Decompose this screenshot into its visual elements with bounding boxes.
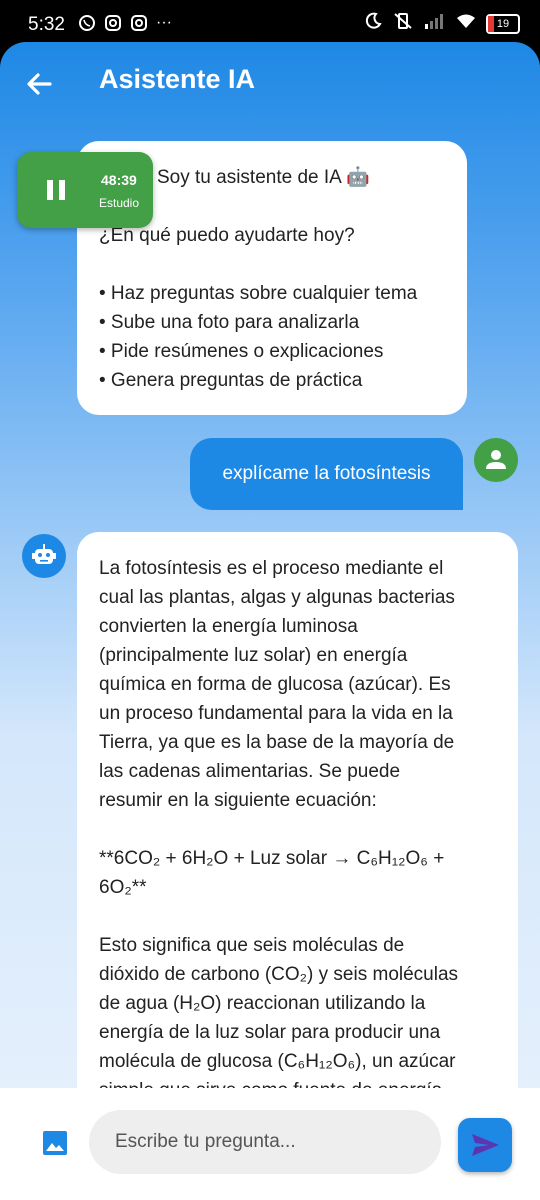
answer-line: química en forma de glucosa (azúcar). Es [99,674,451,695]
chat-screen: Asistente IA Soy tu asistente de IA 🤖 ¿E… [0,42,540,1200]
more-icon: ··· [156,14,172,31]
equation-line: **6CO₂ + 6H₂O + Luz solar → C₆H₁₂O₆ + [99,848,445,869]
message-input-bar [0,1088,540,1200]
answer-line: de agua (H₂O) reaccionan utilizando la [99,993,426,1014]
wifi-icon [456,13,476,34]
greeting-bullet: • Pide resúmenes o explicaciones [99,341,384,362]
answer-line: dióxido de carbono (CO₂) y seis molécula… [99,964,459,985]
whatsapp-icon [78,14,96,37]
page-title: Asistente IA [99,64,256,94]
answer-line: La fotosíntesis es el proceso mediante e… [99,558,444,579]
equation-line: 6O₂** [99,877,147,898]
greeting-question: ¿En qué puedo ayudarte hoy? [99,225,355,246]
timer-time: 48:39 [101,172,137,188]
instagram-icon [104,14,122,37]
pause-icon[interactable] [47,180,65,200]
answer-line: cual las plantas, algas y algunas bacter… [99,587,455,608]
upload-image-button[interactable] [42,1130,68,1156]
send-icon [472,1134,499,1156]
user-avatar [474,438,518,482]
instagram-icon [130,14,148,37]
answer-line: las cadenas alimentarias. Se puede [99,761,401,782]
greeting-bullet: • Haz preguntas sobre cualquier tema [99,283,418,304]
moon-icon [364,12,382,35]
answer-line: un proceso fundamental para la vida en l… [99,703,453,724]
assistant-answer-bubble: La fotosíntesis es el proceso mediante e… [77,532,518,1132]
status-time: 5:32 [28,14,65,35]
answer-line: Tierra, ya que es la base de la mayoría … [99,732,455,753]
back-button[interactable] [20,64,60,104]
image-icon [43,1131,67,1155]
study-timer-chip[interactable]: 48:39 Estudio [17,152,153,228]
question-input[interactable] [89,1110,441,1174]
answer-line: energía de la luz solar para producir un… [99,1022,441,1043]
battery-icon: 19 [486,13,520,34]
person-icon [486,450,506,469]
app-bar: Asistente IA [0,42,540,122]
answer-line: resumir en la siguiente ecuación: [99,790,377,811]
greeting-bullet: • Genera preguntas de práctica [99,370,363,391]
robot-icon [32,544,56,564]
answer-line: Esto significa que seis moléculas de [99,935,405,956]
user-message-bubble: explícame la fotosíntesis [190,438,463,510]
signal-icon [424,13,446,34]
greeting-bullet: • Sube una foto para analizarla [99,312,360,333]
battery-level: 19 [496,17,510,30]
notification-icons: ··· [78,14,172,37]
bot-avatar [22,534,66,578]
system-icons: 19 [364,12,520,35]
answer-line: molécula de glucosa (C₆H₁₂O₆), un azúcar [99,1051,456,1072]
answer-line: convierten la energía luminosa [99,616,358,637]
arrow-back-icon [27,73,52,95]
send-button[interactable] [458,1118,512,1172]
answer-line: (principalmente luz solar) en energía [99,645,408,666]
vibrate-off-icon [392,12,414,35]
timer-label: Estudio [99,196,140,210]
